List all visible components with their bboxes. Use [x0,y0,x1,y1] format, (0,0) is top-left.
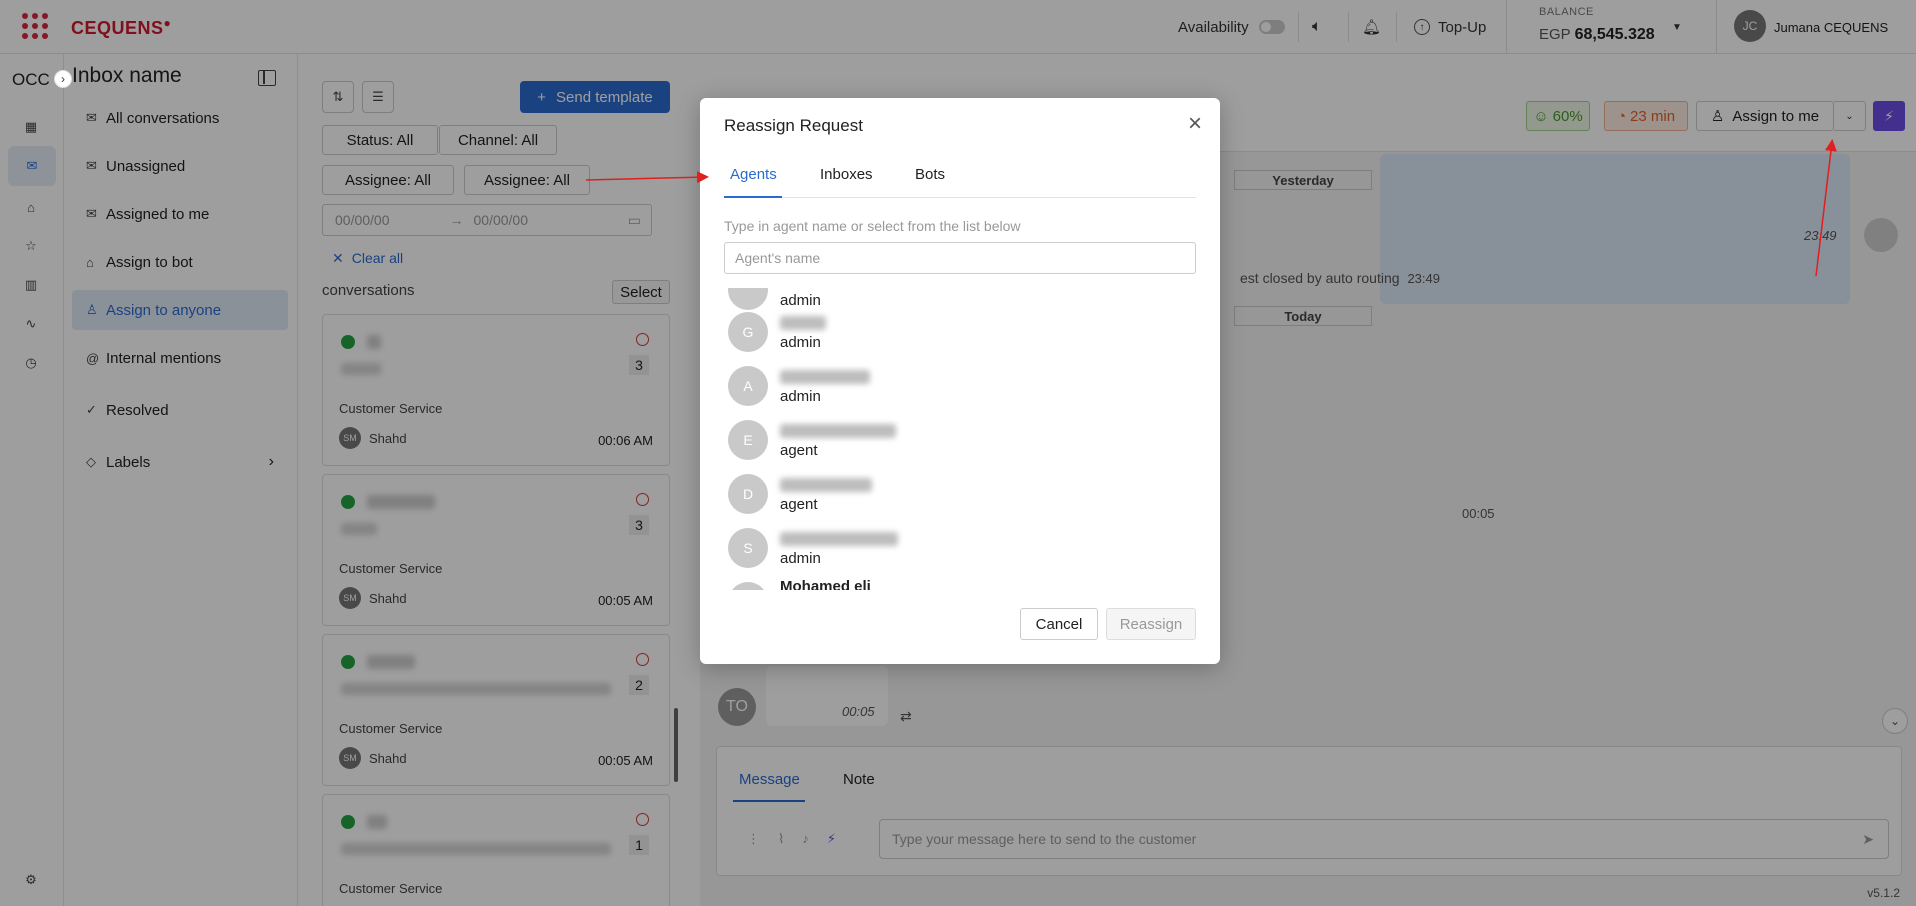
cancel-button[interactable]: Cancel [1020,608,1098,640]
agent-search-input[interactable]: Agent's name [724,242,1196,274]
agent-row[interactable]: G admin [728,306,1168,360]
modal-tabs: Agents Inboxes Bots [724,160,1196,198]
reassign-request-modal: Reassign Request × Agents Inboxes Bots T… [700,98,1220,664]
agent-name-blurred [780,424,896,438]
agent-row[interactable]: E agent [728,414,1168,468]
agent-avatar: E [728,420,768,460]
tab-bots[interactable]: Bots [915,166,945,183]
modal-title: Reassign Request [724,116,863,135]
agent-list: admin G admin A admin E agent D agent S … [724,288,1196,590]
close-icon[interactable]: × [1188,112,1202,136]
agent-name-blurred [780,478,872,492]
reassign-button[interactable]: Reassign [1106,608,1196,640]
agent-role: agent [780,442,818,459]
agent-role: agent [780,496,818,513]
agent-name: Mohamed eli [780,578,871,590]
agent-row[interactable]: Mohamed eli [728,576,1168,590]
agent-avatar: S [728,528,768,568]
agent-row[interactable]: S admin [728,522,1168,576]
agent-name-blurred [780,316,826,330]
agent-search-hint: Type in agent name or select from the li… [724,218,1021,234]
agent-name-blurred [780,370,870,384]
tab-inboxes[interactable]: Inboxes [820,166,873,183]
chevron-right-icon[interactable]: › [54,70,72,88]
agent-avatar: A [728,366,768,406]
agent-avatar [728,582,768,590]
agent-role: admin [780,550,821,567]
agent-avatar: G [728,312,768,352]
tab-agents[interactable]: Agents [724,166,782,198]
agent-avatar: D [728,474,768,514]
agent-role: admin [780,334,821,351]
agent-row[interactable]: A admin [728,360,1168,414]
agent-role: admin [780,388,821,405]
agent-row[interactable]: D agent [728,468,1168,522]
agent-name-blurred [780,532,898,546]
